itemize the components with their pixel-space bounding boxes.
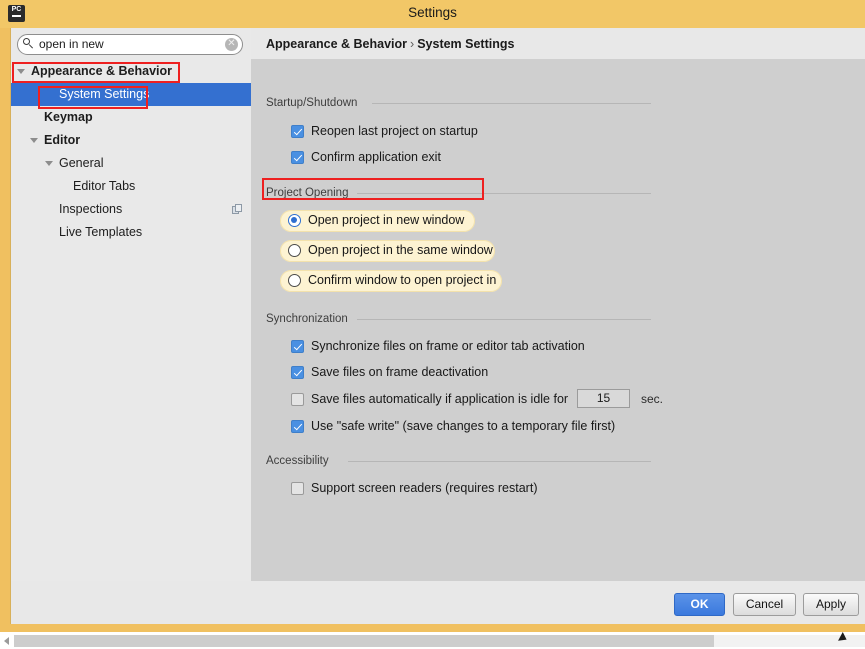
- sidebar-item-label: System Settings: [59, 87, 150, 101]
- group-rule-project-opening: [357, 193, 651, 194]
- sidebar-item-system-settings[interactable]: System Settings: [11, 83, 251, 106]
- group-rule-accessibility: [348, 461, 651, 462]
- checkbox-box[interactable]: [291, 393, 304, 406]
- sidebar-item-live-templates[interactable]: Live Templates: [11, 221, 251, 244]
- group-rule-startup: [372, 103, 651, 104]
- radio-open-project-new-window[interactable]: Open project in new window: [280, 210, 475, 232]
- radio-open-project-same-window[interactable]: Open project in the same window: [280, 240, 495, 262]
- breadcrumb: Appearance & Behavior › System Settings: [266, 37, 514, 51]
- radio-label: Confirm window to open project in: [308, 273, 497, 287]
- copy-pages-icon: [232, 204, 243, 215]
- sidebar-item-label: Appearance & Behavior: [31, 64, 173, 78]
- search-input-value: open in new: [39, 37, 104, 51]
- sidebar-item-keymap[interactable]: Keymap: [11, 106, 251, 129]
- group-title-startup: Startup/Shutdown: [266, 97, 364, 109]
- checkbox-label: Use "safe write" (save changes to a temp…: [311, 419, 616, 433]
- breadcrumb-separator: ›: [410, 37, 415, 51]
- sidebar-item-inspections[interactable]: Inspections: [11, 198, 251, 221]
- group-title-project-opening: Project Opening: [266, 187, 355, 199]
- radio-confirm-window-open-project[interactable]: Confirm window to open project in: [280, 270, 502, 292]
- twisty-icon[interactable]: [30, 138, 38, 143]
- radio-dot[interactable]: [288, 214, 301, 227]
- breadcrumb-current: System Settings: [417, 37, 515, 51]
- ok-button[interactable]: OK: [674, 593, 725, 616]
- search-field-wrapper[interactable]: open in new ✕: [17, 34, 243, 55]
- twisty-icon[interactable]: [17, 69, 25, 74]
- group-title-accessibility: Accessibility: [266, 455, 335, 467]
- twisty-icon[interactable]: [45, 161, 53, 166]
- checkbox-label: Save files automatically if application …: [311, 392, 569, 406]
- sidebar-item-appearance-behavior[interactable]: Appearance & Behavior: [11, 60, 251, 83]
- checkbox-label: Support screen readers (requires restart…: [311, 481, 538, 495]
- idle-seconds-input[interactable]: 15: [577, 389, 630, 408]
- settings-tree-panel: open in new ✕ Appearance & Behavior Syste…: [11, 28, 251, 581]
- dialog-footer: OK Cancel Apply: [11, 581, 865, 624]
- sidebar-item-editor[interactable]: Editor: [11, 129, 251, 152]
- title-bar: PC Settings: [0, 0, 865, 28]
- sidebar-item-label: Live Templates: [59, 225, 143, 239]
- checkbox-box[interactable]: [291, 420, 304, 433]
- scroll-left-arrow-icon[interactable]: [4, 637, 9, 645]
- checkbox-box[interactable]: [291, 482, 304, 495]
- window-title: Settings: [408, 5, 457, 20]
- radio-dot[interactable]: [288, 244, 301, 257]
- settings-tree: Appearance & Behavior System Settings Keym…: [11, 60, 251, 244]
- checkbox-box[interactable]: [291, 366, 304, 379]
- outer-horizontal-scrollbar[interactable]: [0, 632, 865, 649]
- settings-content-panel: Appearance & Behavior › System Settings St…: [251, 28, 865, 581]
- radio-label: Open project in new window: [308, 213, 465, 227]
- group-rule-synchronization: [357, 319, 651, 320]
- sidebar-item-label: Editor: [44, 133, 81, 147]
- checkbox-label: Confirm application exit: [311, 150, 441, 164]
- checkbox-label: Synchronize files on frame or editor tab…: [311, 339, 585, 353]
- radio-label: Open project in the same window: [308, 243, 493, 257]
- search-icon: [23, 38, 35, 50]
- sidebar-item-label: General: [59, 156, 104, 170]
- radio-dot[interactable]: [288, 274, 301, 287]
- cancel-button[interactable]: Cancel: [733, 593, 796, 616]
- checkbox-box[interactable]: [291, 340, 304, 353]
- scrollbar-thumb[interactable]: [14, 635, 714, 647]
- sidebar-item-label: Inspections: [59, 202, 123, 216]
- apply-button[interactable]: Apply: [803, 593, 859, 616]
- sidebar-item-label: Keymap: [44, 110, 93, 124]
- checkbox-box[interactable]: [291, 125, 304, 138]
- settings-window: PC Settings open in new ✕ Appearance & B…: [0, 0, 865, 632]
- dialog-client-area: open in new ✕ Appearance & Behavior Syste…: [10, 28, 865, 624]
- checkbox-label: Save files on frame deactivation: [311, 365, 489, 379]
- checkbox-label: Reopen last project on startup: [311, 124, 478, 138]
- idle-seconds-unit: sec.: [641, 392, 664, 406]
- checkbox-box[interactable]: [291, 151, 304, 164]
- breadcrumb-parent[interactable]: Appearance & Behavior: [266, 37, 407, 51]
- clear-icon[interactable]: ✕: [225, 38, 238, 51]
- sidebar-item-general[interactable]: General: [11, 152, 251, 175]
- sidebar-item-editor-tabs[interactable]: Editor Tabs: [11, 175, 251, 198]
- sidebar-item-label: Editor Tabs: [73, 179, 136, 193]
- group-title-synchronization: Synchronization: [266, 313, 354, 325]
